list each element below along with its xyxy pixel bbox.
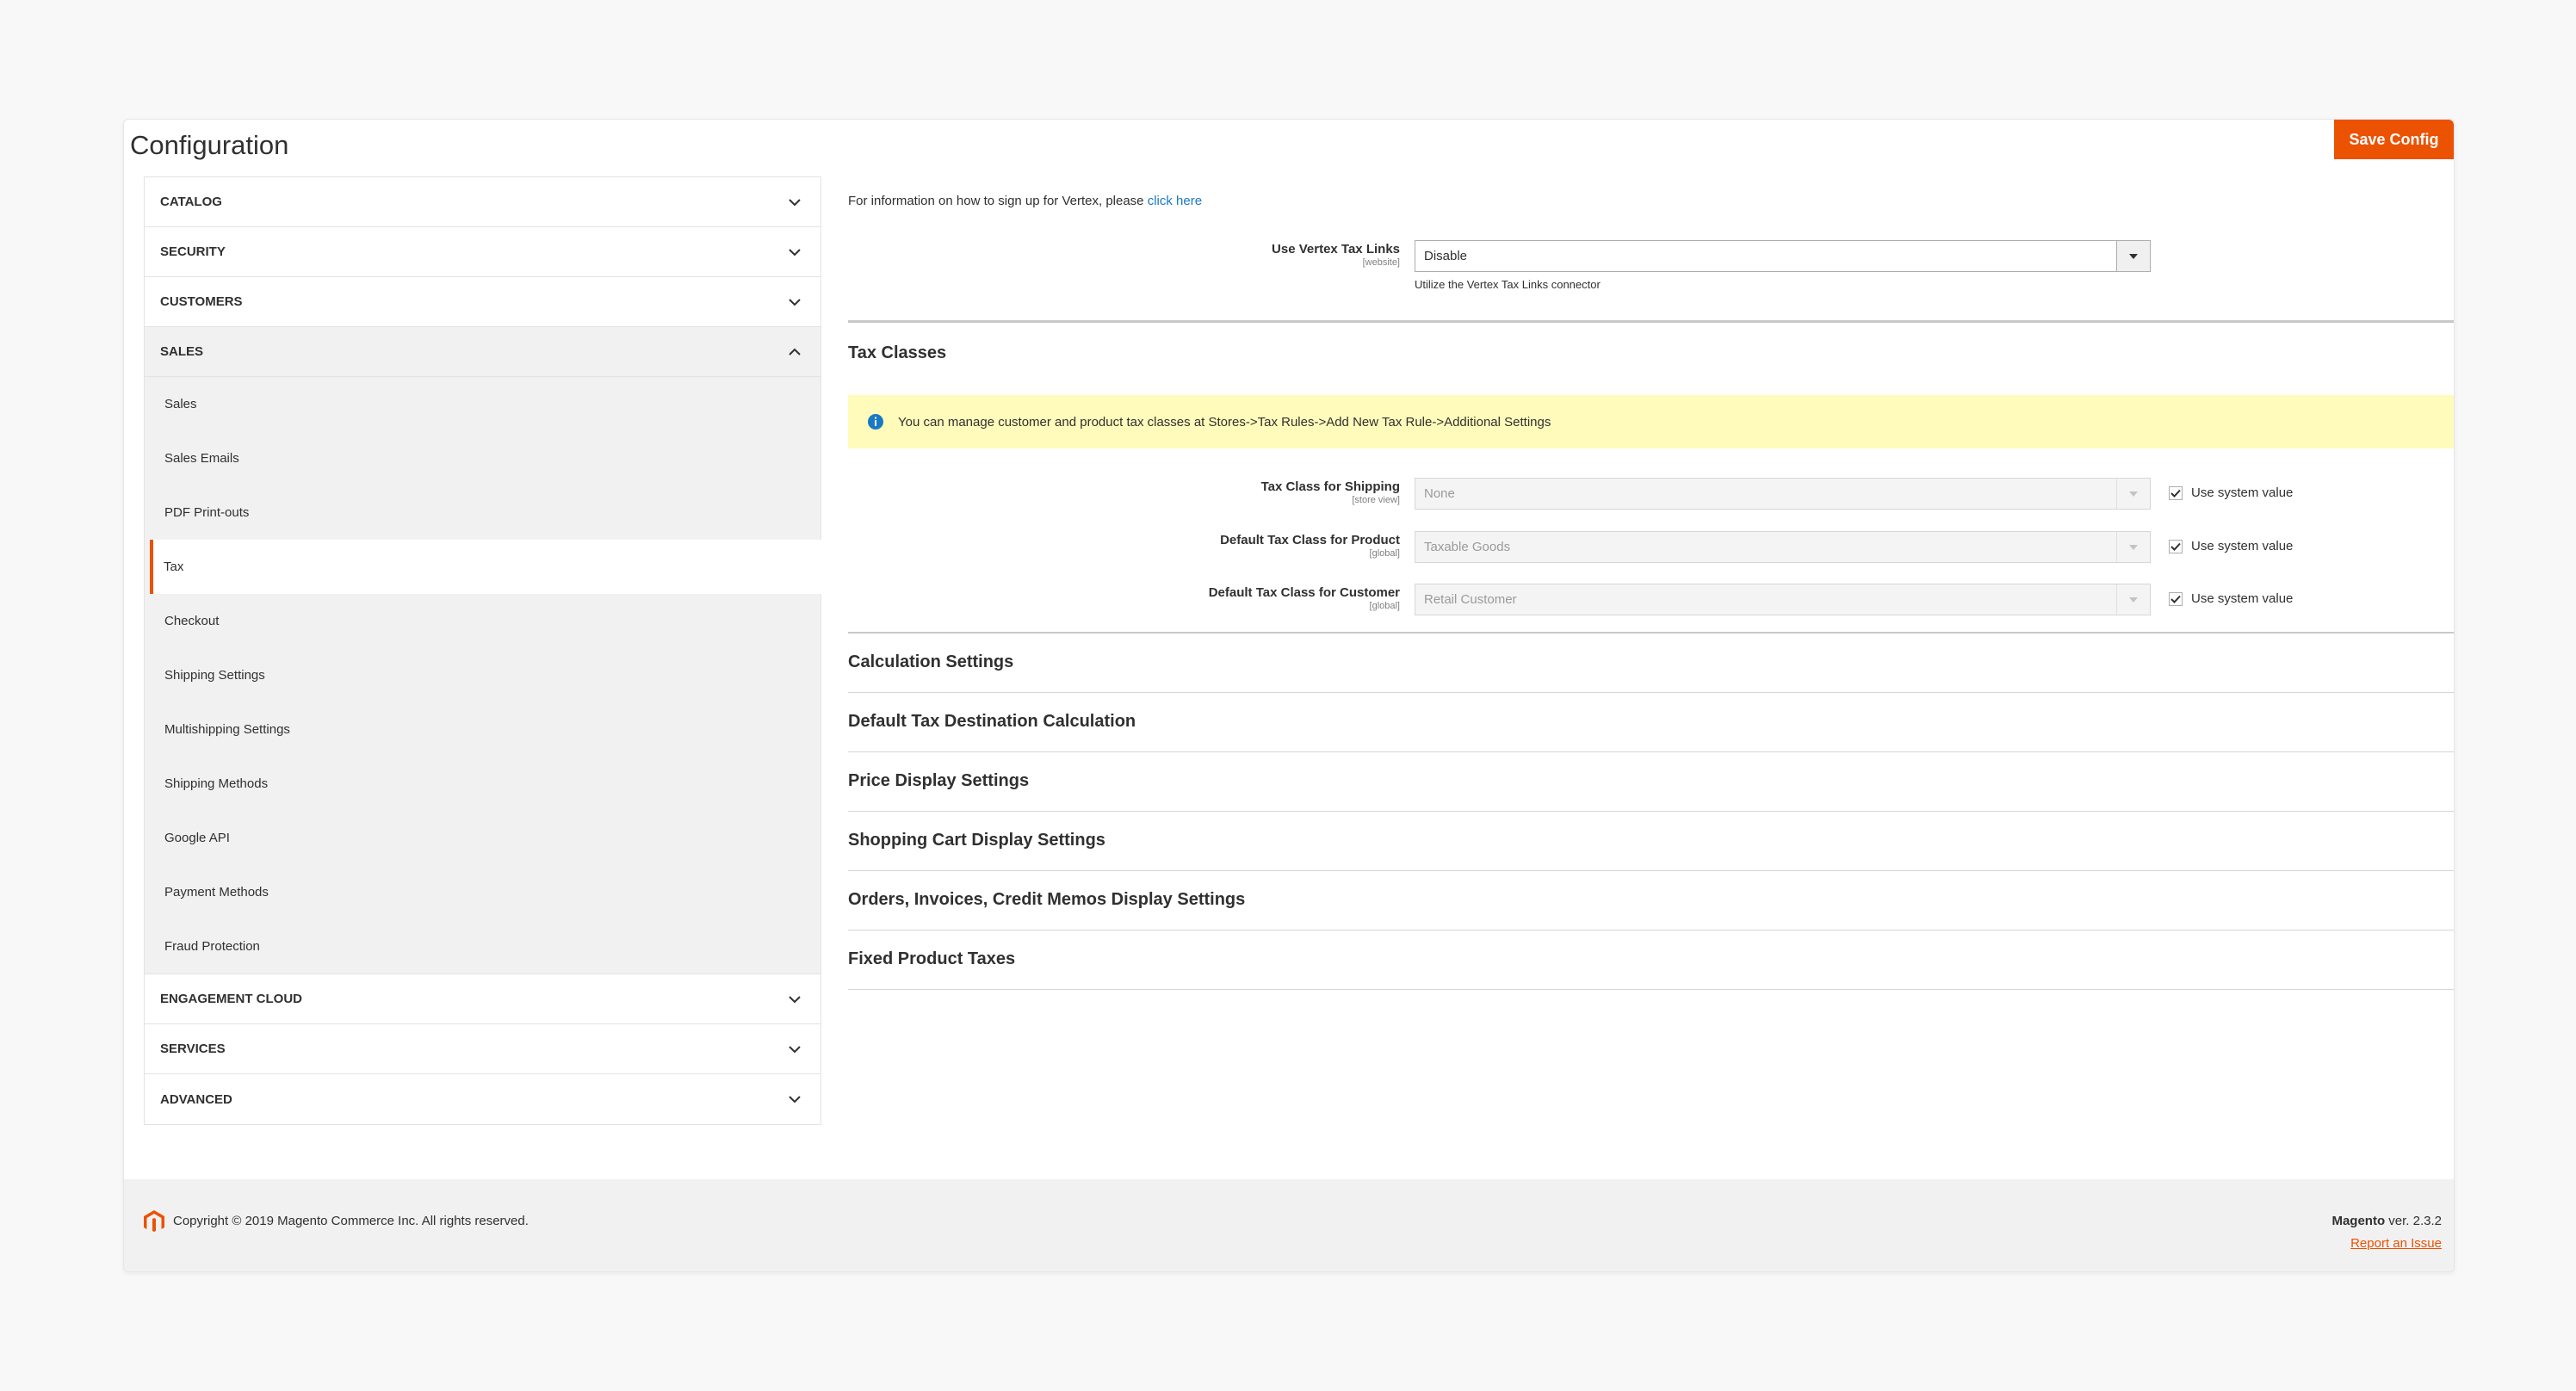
sidebar-item-multishipping-settings[interactable]: Multishipping Settings (145, 702, 820, 757)
sidebar-group-label: ADVANCED (160, 1091, 232, 1107)
sidebar-item-sales[interactable]: Sales (145, 377, 820, 431)
section-title: Calculation Settings (848, 652, 1014, 671)
sidebar-group-services[interactable]: SERVICES (145, 1024, 820, 1074)
sidebar-group-label: SECURITY (160, 244, 226, 259)
config-sidebar: CATALOG SECURITY CUSTOMERS SALES Sales S… (144, 176, 821, 1125)
info-icon (868, 414, 883, 430)
vertex-tax-links-value: Disable (1424, 249, 1468, 263)
tax-classes-notice: You can manage customer and product tax … (848, 395, 2454, 448)
page-footer: Copyright © 2019 Magento Commerce Inc. A… (124, 1179, 2454, 1271)
section-title: Price Display Settings (848, 771, 1030, 790)
tax-class-customer-select[interactable]: Retail Customer (1415, 584, 2151, 615)
chevron-down-icon (784, 192, 805, 213)
tax-class-shipping-value: None (1424, 486, 1455, 501)
vertex-field-label: Use Vertex Tax Links (1272, 242, 1400, 257)
sidebar-item-checkout[interactable]: Checkout (145, 594, 820, 648)
tax-class-shipping-label: Tax Class for Shipping (1260, 479, 1400, 494)
footer-copyright: Copyright © 2019 Magento Commerce Inc. A… (173, 1214, 529, 1228)
sidebar-group-label: SERVICES (160, 1042, 226, 1056)
section-calculation-settings[interactable]: Calculation Settings (848, 634, 2454, 693)
chevron-down-icon (784, 1089, 805, 1110)
dropdown-arrow-icon (2116, 479, 2150, 509)
tax-class-product-label: Default Tax Class for Product (1220, 533, 1400, 547)
sidebar-group-engagement-cloud[interactable]: ENGAGEMENT CLOUD (145, 974, 820, 1024)
section-title: Shopping Cart Display Settings (848, 831, 1105, 850)
tax-class-product-select[interactable]: Taxable Goods (1415, 531, 2151, 563)
vertex-tax-links-select[interactable]: Disable (1415, 240, 2151, 272)
sidebar-item-sales-emails[interactable]: Sales Emails (145, 431, 820, 485)
sidebar-item-fraud-protection[interactable]: Fraud Protection (145, 919, 820, 974)
sidebar-group-label: CUSTOMERS (160, 294, 243, 309)
section-shopping-cart-display[interactable]: Shopping Cart Display Settings (848, 812, 2454, 871)
sidebar-group-label: CATALOG (160, 195, 222, 209)
tax-class-shipping-use-system[interactable]: Use system value (2169, 485, 2293, 500)
sidebar-item-shipping-methods[interactable]: Shipping Methods (145, 757, 820, 811)
sidebar-group-label: SALES (160, 344, 204, 359)
sidebar-item-payment-methods[interactable]: Payment Methods (145, 865, 820, 919)
configuration-panel: Configuration Save Config CATALOG SECURI… (123, 119, 2455, 1272)
save-config-button[interactable]: Save Config (2334, 120, 2454, 159)
chevron-down-icon (784, 989, 805, 1010)
footer-brand: Magento (2331, 1214, 2386, 1228)
footer-version-number: ver. 2.3.2 (2385, 1214, 2442, 1228)
use-system-value-label: Use system value (2191, 539, 2294, 553)
tax-class-product-use-system[interactable]: Use system value (2169, 539, 2293, 553)
tax-class-customer-label: Default Tax Class for Customer (1208, 585, 1400, 600)
tax-class-product-scope: [global] (1369, 548, 1400, 559)
sidebar-sales-items: Sales Sales Emails PDF Print-outs Tax Ch… (145, 377, 821, 974)
tax-class-customer-label-wrap: Default Tax Class for Customer [global] (848, 585, 1400, 611)
vertex-click-here-link[interactable]: click here (1148, 194, 1202, 208)
section-fixed-product-taxes[interactable]: Fixed Product Taxes (848, 930, 2454, 990)
vertex-field-scope: [website] (1362, 257, 1400, 268)
vertex-field-note: Utilize the Vertex Tax Links connector (1415, 278, 1601, 291)
section-title: Default Tax Destination Calculation (848, 712, 1136, 731)
checkbox-checked-icon[interactable] (2169, 485, 2183, 500)
use-system-value-label: Use system value (2191, 591, 2294, 606)
sidebar-item-pdf-print-outs[interactable]: PDF Print-outs (145, 485, 820, 540)
tax-class-shipping-select[interactable]: None (1415, 478, 2151, 510)
tax-class-customer-value: Retail Customer (1424, 592, 1517, 607)
sidebar-item-tax[interactable]: Tax (150, 540, 821, 594)
sidebar-group-advanced[interactable]: ADVANCED (145, 1074, 820, 1124)
chevron-down-icon (784, 1039, 805, 1060)
tax-class-customer-use-system[interactable]: Use system value (2169, 591, 2293, 606)
tax-class-customer-scope: [global] (1369, 601, 1400, 611)
page-title: Configuration (130, 130, 289, 160)
tax-class-shipping-label-wrap: Tax Class for Shipping [store view] (848, 479, 1400, 505)
chevron-down-icon (784, 242, 805, 263)
footer-version: Magento ver. 2.3.2 (2331, 1214, 2442, 1228)
chevron-down-icon (784, 292, 805, 312)
use-system-value-label: Use system value (2191, 485, 2294, 500)
section-divider (848, 320, 2454, 323)
sidebar-group-label: ENGAGEMENT CLOUD (160, 992, 302, 1006)
vertex-field-label-wrap: Use Vertex Tax Links [website] (848, 242, 1400, 268)
dropdown-arrow-icon (2116, 532, 2150, 562)
sidebar-item-shipping-settings[interactable]: Shipping Settings (145, 648, 820, 702)
magento-logo-icon (144, 1210, 164, 1232)
section-orders-invoices-display[interactable]: Orders, Invoices, Credit Memos Display S… (848, 871, 2454, 930)
sidebar-group-customers[interactable]: CUSTOMERS (145, 277, 820, 327)
sidebar-group-catalog[interactable]: CATALOG (145, 177, 820, 227)
section-title: Orders, Invoices, Credit Memos Display S… (848, 890, 1246, 909)
section-price-display-settings[interactable]: Price Display Settings (848, 752, 2454, 812)
checkbox-checked-icon[interactable] (2169, 591, 2183, 606)
sidebar-group-security[interactable]: SECURITY (145, 227, 820, 277)
tax-classes-notice-text: You can manage customer and product tax … (898, 414, 1551, 430)
tax-classes-title[interactable]: Tax Classes (848, 343, 946, 363)
vertex-info: For information on how to sign up for Ve… (848, 194, 1202, 208)
tax-class-product-label-wrap: Default Tax Class for Product [global] (848, 533, 1400, 559)
sidebar-group-sales[interactable]: SALES (145, 327, 820, 377)
checkbox-checked-icon[interactable] (2169, 539, 2183, 553)
vertex-info-text: For information on how to sign up for Ve… (848, 194, 1148, 208)
tax-class-shipping-scope: [store view] (1352, 495, 1400, 505)
chevron-up-icon (784, 342, 805, 362)
dropdown-arrow-icon (2116, 584, 2150, 615)
dropdown-arrow-icon (2116, 241, 2150, 271)
tax-class-product-value: Taxable Goods (1424, 540, 1511, 554)
sidebar-item-google-api[interactable]: Google API (145, 811, 820, 865)
section-title: Fixed Product Taxes (848, 949, 1016, 968)
report-issue-link[interactable]: Report an Issue (2350, 1236, 2442, 1251)
section-default-tax-destination[interactable]: Default Tax Destination Calculation (848, 693, 2454, 752)
